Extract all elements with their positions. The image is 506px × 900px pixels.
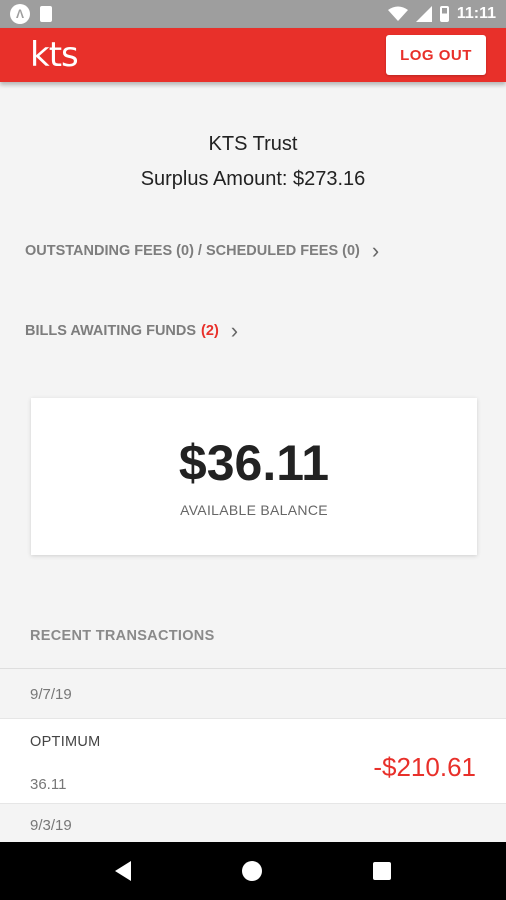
system-nav-bar [0, 842, 506, 900]
divider [0, 668, 506, 669]
status-time: 11:11 [456, 5, 496, 22]
recents-icon[interactable] [372, 862, 391, 880]
transaction-row[interactable]: OPTIMUM 36.11 -$210.61 [0, 718, 506, 804]
bills-awaiting-link[interactable]: BILLS AWAITING FUNDS (2) › [25, 320, 238, 342]
fees-link[interactable]: OUTSTANDING FEES (0) / SCHEDULED FEES (0… [25, 240, 379, 262]
logout-button[interactable]: LOG OUT [386, 35, 486, 75]
balance-label: AVAILABLE BALANCE [180, 502, 328, 518]
wifi-icon [387, 6, 408, 21]
status-bar: Λ 11:11 [0, 0, 506, 28]
bills-count-badge: (2) [201, 323, 219, 339]
transaction-amount: -$210.61 [373, 752, 476, 782]
back-icon[interactable] [115, 861, 132, 881]
transaction-date: 9/3/19 [30, 816, 72, 834]
transaction-name: OPTIMUM [30, 734, 101, 750]
bills-label: BILLS AWAITING FUNDS [25, 323, 197, 339]
signal-icon [415, 6, 432, 22]
trust-name: KTS Trust [208, 133, 298, 155]
app-bar: kts LOG OUT [0, 28, 506, 82]
chevron-right-icon: › [230, 318, 239, 343]
battery-icon [439, 6, 449, 22]
home-icon[interactable] [241, 861, 262, 881]
chevron-right-icon: › [371, 238, 380, 263]
surplus-amount: Surplus Amount: $273.16 [140, 168, 366, 190]
kts-logo: kts [30, 35, 79, 75]
recent-transactions-header: RECENT TRANSACTIONS [30, 628, 215, 644]
transaction-date: 9/7/19 [30, 685, 72, 703]
balance-amount: $36.11 [178, 435, 330, 491]
sd-card-icon [40, 6, 52, 22]
notification-a-icon: Λ [10, 4, 30, 24]
transaction-balance: 36.11 [30, 776, 67, 793]
fees-label: OUTSTANDING FEES (0) / SCHEDULED FEES (0… [25, 243, 360, 259]
balance-card: $36.11 AVAILABLE BALANCE [31, 398, 477, 555]
